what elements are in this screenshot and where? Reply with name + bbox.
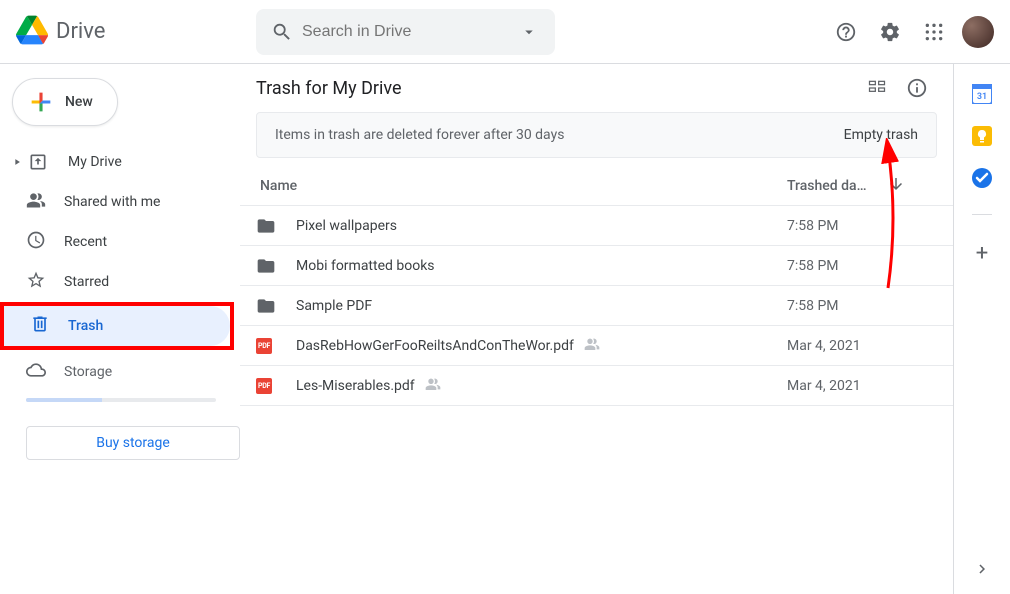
- shared-indicator-icon: [584, 336, 600, 356]
- file-date: 7:58 PM: [787, 218, 937, 234]
- sidebar-item-shared[interactable]: Shared with me: [0, 182, 240, 222]
- my-drive-icon: [26, 152, 50, 172]
- shared-icon: [26, 190, 46, 214]
- clock-icon: [26, 230, 46, 254]
- file-name: Pixel wallpapers: [296, 218, 787, 234]
- shared-indicator-icon: [425, 376, 441, 396]
- file-date: 7:58 PM: [787, 298, 937, 314]
- col-name[interactable]: Name: [256, 178, 787, 194]
- side-panel: 31 +: [954, 64, 1010, 594]
- sidebar-item-recent[interactable]: Recent: [0, 222, 240, 262]
- file-date: Mar 4, 2021: [787, 338, 937, 354]
- sidebar-item-label: My Drive: [68, 154, 122, 170]
- storage-bar: [26, 398, 216, 402]
- folder-icon: [256, 296, 296, 316]
- plus-icon: [27, 88, 55, 116]
- folder-icon: [256, 216, 296, 236]
- sidebar-item-trash[interactable]: Trash: [4, 306, 230, 346]
- table-row[interactable]: Pixel wallpapers7:58 PM: [240, 206, 953, 246]
- trash-icon: [30, 314, 50, 338]
- expand-icon[interactable]: [8, 157, 26, 167]
- file-date: Mar 4, 2021: [787, 378, 937, 394]
- column-header: Name Trashed da…: [240, 166, 953, 206]
- empty-trash-button[interactable]: Empty trash: [844, 127, 918, 143]
- calendar-app-icon[interactable]: 31: [972, 84, 992, 104]
- sidebar-item-label: Recent: [64, 234, 107, 250]
- folder-icon: [256, 256, 296, 276]
- table-row[interactable]: Mobi formatted books7:58 PM: [240, 246, 953, 286]
- search-input[interactable]: [302, 23, 509, 41]
- table-row[interactable]: PDFDasRebHowGerFooReiltsAndConTheWor.pdf…: [240, 326, 953, 366]
- info-icon[interactable]: [897, 68, 937, 108]
- drive-logo-icon: [16, 14, 48, 50]
- apps-icon[interactable]: [914, 12, 954, 52]
- search-icon[interactable]: [262, 12, 302, 52]
- search-options-icon[interactable]: [509, 12, 549, 52]
- help-icon[interactable]: [826, 12, 866, 52]
- pdf-icon: PDF: [256, 378, 296, 394]
- buy-storage-button[interactable]: Buy storage: [26, 426, 240, 460]
- add-app-icon[interactable]: +: [976, 241, 988, 266]
- drive-logo-area[interactable]: Drive: [16, 14, 256, 50]
- table-row[interactable]: PDFLes-Miserables.pdfMar 4, 2021: [240, 366, 953, 406]
- table-row[interactable]: Sample PDF7:58 PM: [240, 286, 953, 326]
- sidebar-item-storage[interactable]: Storage: [0, 352, 240, 392]
- banner-text: Items in trash are deleted forever after…: [275, 127, 844, 143]
- pdf-icon: PDF: [256, 338, 296, 354]
- sidebar-item-starred[interactable]: Starred: [0, 262, 240, 302]
- file-name: Mobi formatted books: [296, 258, 787, 274]
- account-avatar[interactable]: [962, 16, 994, 48]
- new-button-label: New: [65, 94, 93, 110]
- search-bar[interactable]: [256, 9, 555, 55]
- tasks-app-icon[interactable]: [972, 168, 992, 188]
- keep-app-icon[interactable]: [972, 126, 992, 146]
- sidebar-item-label: Shared with me: [64, 194, 160, 210]
- star-icon: [26, 270, 46, 294]
- app-name: Drive: [56, 19, 105, 44]
- sidebar: New My Drive Shared with me Recent Starr…: [0, 64, 240, 594]
- file-name: Les-Miserables.pdf: [296, 376, 787, 396]
- sidebar-item-label: Trash: [68, 318, 103, 334]
- sort-arrow-icon[interactable]: [887, 175, 905, 197]
- annotation-highlight: Trash: [0, 302, 234, 350]
- grid-view-icon[interactable]: [857, 68, 897, 108]
- sidebar-item-my-drive[interactable]: My Drive: [0, 142, 240, 182]
- col-date[interactable]: Trashed da…: [787, 178, 867, 194]
- new-button[interactable]: New: [12, 78, 118, 126]
- file-name: Sample PDF: [296, 298, 787, 314]
- file-date: 7:58 PM: [787, 258, 937, 274]
- collapse-panel-icon[interactable]: [973, 560, 991, 582]
- trash-banner: Items in trash are deleted forever after…: [256, 112, 937, 158]
- page-title: Trash for My Drive: [256, 78, 857, 99]
- file-name: DasRebHowGerFooReiltsAndConTheWor.pdf: [296, 336, 787, 356]
- settings-icon[interactable]: [870, 12, 910, 52]
- svg-text:31: 31: [977, 92, 987, 102]
- storage-label: Storage: [64, 364, 112, 380]
- cloud-icon: [26, 360, 46, 384]
- sidebar-item-label: Starred: [64, 274, 109, 290]
